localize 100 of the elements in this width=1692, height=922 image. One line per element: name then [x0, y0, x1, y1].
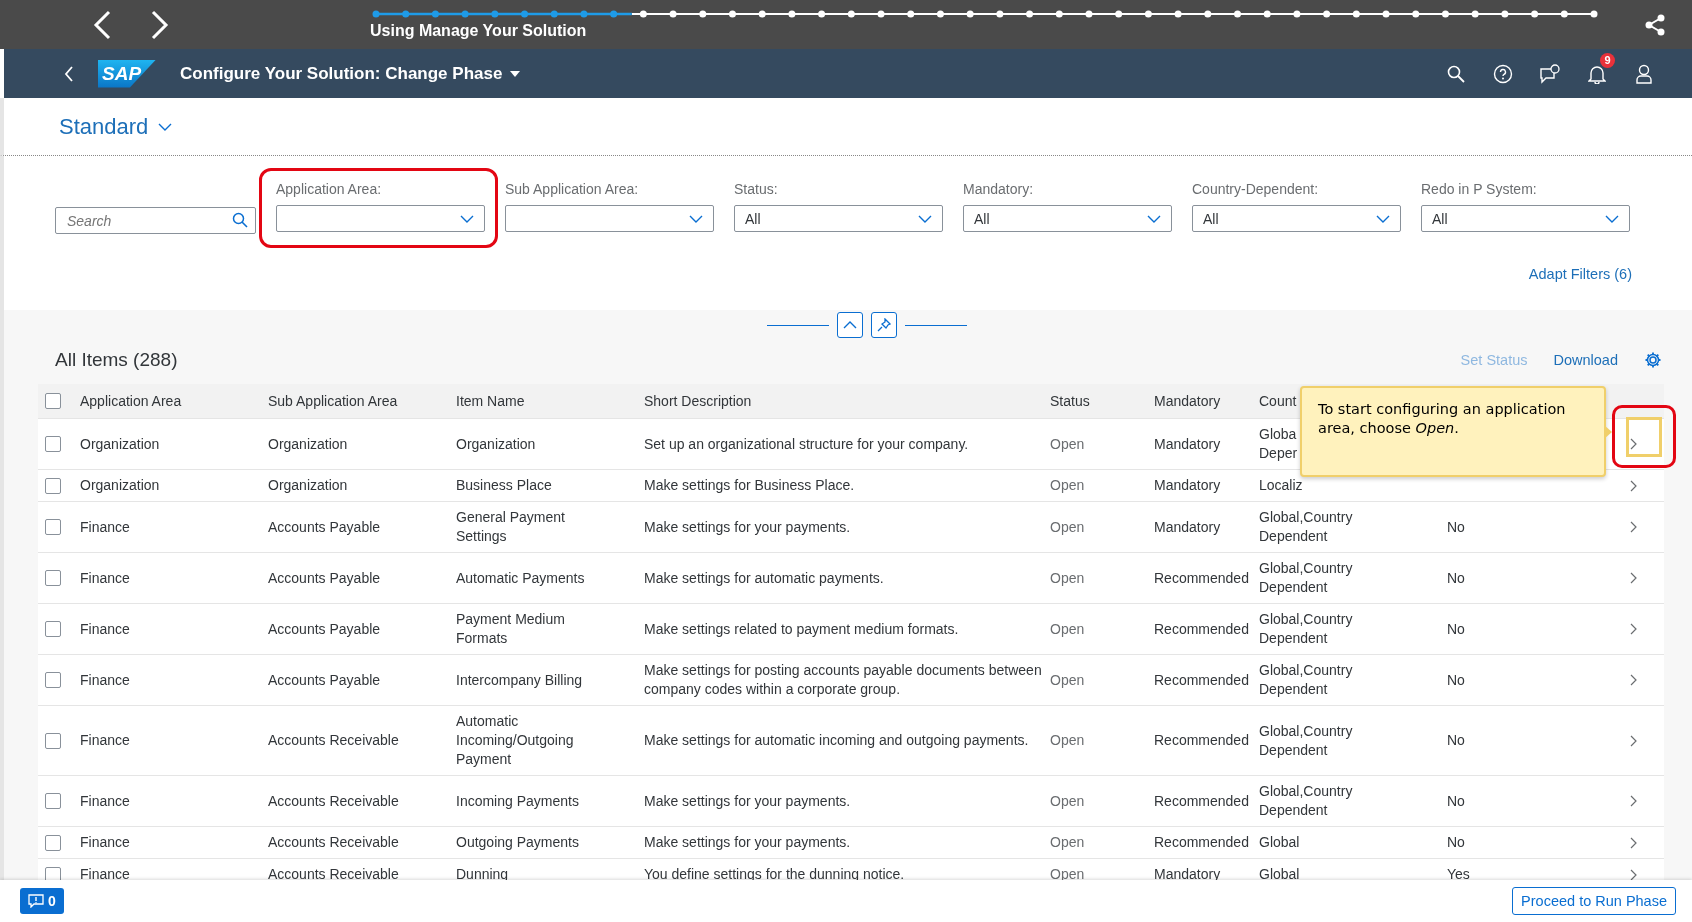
table-cell-text: Open: [1050, 568, 1086, 588]
table-cell-text: Organization: [268, 476, 349, 495]
filter-dropdown[interactable]: [276, 205, 485, 232]
table-cell-text: No: [1447, 731, 1466, 750]
row-checkbox[interactable]: [45, 793, 61, 809]
chevron-down-icon: [1376, 214, 1390, 223]
row-checkbox[interactable]: [45, 834, 61, 851]
caret-icon: [510, 70, 521, 77]
back-icon[interactable]: [64, 65, 74, 82]
table-cell-text: Recommended: [1154, 670, 1250, 690]
table-cell-text: Open: [1050, 476, 1086, 495]
message-icon: [28, 894, 44, 908]
table-cell-text: Globa Deper: [1259, 425, 1299, 463]
table-cell-text: Accounts Payable: [268, 619, 382, 639]
column-header[interactable]: Item Name: [456, 385, 533, 417]
table-cell-text: Global,Country Dependent: [1259, 782, 1354, 820]
filter-dropdown[interactable]: [505, 205, 714, 232]
table-cell-text: Open: [1050, 434, 1086, 454]
collapse-header-button[interactable]: [836, 312, 863, 338]
table-cell-text: Accounts Receivable: [268, 791, 400, 811]
adapt-filters-link[interactable]: Adapt Filters (6): [1528, 266, 1632, 282]
filter-dropdown[interactable]: All: [1192, 205, 1401, 232]
filter-label: Country-Dependent:: [1192, 181, 1320, 197]
table-cell-text: Organization: [80, 434, 161, 454]
table-cell-text: Mandatory: [1154, 517, 1222, 537]
filter-dropdown[interactable]: All: [734, 205, 943, 232]
table-cell-text: Open: [1050, 865, 1086, 884]
feedback-icon[interactable]: [1538, 61, 1562, 86]
settings-icon[interactable]: [1644, 351, 1662, 369]
proceed-button[interactable]: Proceed to Run Phase: [1512, 887, 1676, 915]
app-title-menu[interactable]: Configure Your Solution: Change Phase: [180, 63, 521, 84]
table-cell-text: Make settings for automatic incoming and outgoing payments.: [644, 731, 1030, 750]
table-cell-text: Open: [1050, 731, 1086, 750]
table-cell-text: No: [1447, 670, 1466, 690]
share-icon[interactable]: [1644, 13, 1666, 36]
table-cell-text: Finance: [80, 517, 131, 537]
table-cell-text: Recommended: [1154, 568, 1250, 588]
table-cell-text: Make settings for Business Place.: [644, 476, 856, 495]
forward-button[interactable]: [150, 9, 170, 40]
column-header[interactable]: Sub Application Area: [268, 385, 406, 417]
table-cell-text: Make settings for your payments.: [644, 791, 852, 811]
column-header[interactable]: Status: [1050, 385, 1098, 417]
table-cell-text: Recommended: [1154, 791, 1250, 811]
table-cell-text: Business Place: [456, 476, 553, 495]
table-cell-text: Intercompany Billing: [456, 670, 584, 690]
row-checkbox[interactable]: [45, 732, 61, 749]
table-cell-text: Organization: [268, 434, 349, 454]
pin-button[interactable]: [870, 312, 897, 338]
table-cell-text: Accounts Receivable: [268, 731, 400, 750]
table-cell-text: Automatic Incoming/Outgoing Payment: [456, 712, 575, 769]
table-cell-text: Finance: [80, 791, 131, 811]
back-button[interactable]: [92, 9, 112, 40]
table-cell-text: Global,Country Dependent: [1259, 610, 1354, 648]
search-field[interactable]: Search: [55, 207, 256, 234]
column-header[interactable]: Mandatory: [1154, 385, 1229, 417]
column-header[interactable]: Application Area: [80, 385, 190, 417]
table-cell-text: No: [1447, 619, 1466, 639]
table-cell-text: Accounts Payable: [268, 517, 382, 537]
table-cell-text: Recommended: [1154, 619, 1250, 639]
table-cell-text: Open: [1050, 833, 1086, 852]
tour-title: Using Manage Your Solution: [370, 22, 588, 40]
table-cell-text: Accounts Payable: [268, 670, 382, 690]
table-cell-text: Global: [1259, 833, 1301, 852]
filter-label: Mandatory:: [963, 181, 1035, 197]
variant-selector[interactable]: Standard: [59, 113, 173, 140]
row-checkbox[interactable]: [45, 570, 61, 586]
table-cell-text: No: [1447, 791, 1466, 811]
table-cell-text: Make settings for your payments.: [644, 517, 852, 537]
table-cell-text: Accounts Receivable: [268, 865, 400, 884]
filter-dropdown[interactable]: All: [1421, 205, 1630, 232]
filter-dropdown[interactable]: All: [963, 205, 1172, 232]
select-all-checkbox[interactable]: [45, 393, 61, 409]
row-checkbox[interactable]: [45, 672, 61, 688]
row-checkbox[interactable]: [45, 477, 61, 494]
filter-label: Sub Application Area:: [505, 181, 640, 197]
table-cell-text: Open: [1050, 670, 1086, 690]
target-frame: [1626, 416, 1662, 457]
toolbar-link[interactable]: Download: [1553, 352, 1618, 368]
table-cell-text: Dunning: [456, 865, 510, 884]
row-checkbox[interactable]: [45, 436, 61, 452]
table-cell-text: Automatic Payments: [456, 568, 586, 588]
table-cell-text: Global,Country Dependent: [1259, 508, 1354, 546]
table-cell-text: Incoming Payments: [456, 791, 580, 811]
table-cell-text: You define settings for the dunning notice.: [644, 865, 906, 884]
table-cell-text: Outgoing Payments: [456, 833, 580, 852]
messages-button[interactable]: 0: [20, 888, 64, 914]
tooltip: To start configuring an application area, choose Open.: [1300, 386, 1606, 477]
table-cell-text: Open: [1050, 517, 1086, 537]
table-cell-text: Global: [1259, 865, 1301, 884]
table-cell-text: Localiz: [1259, 476, 1304, 495]
table-cell-text: Finance: [80, 619, 131, 639]
row-checkbox[interactable]: [45, 519, 61, 535]
chevron-down-icon: [158, 122, 173, 131]
table-cell-text: Finance: [80, 865, 131, 884]
row-checkbox[interactable]: [45, 621, 61, 637]
table-cell-text: Finance: [80, 833, 131, 852]
search-icon[interactable]: [232, 212, 248, 228]
column-header[interactable]: Short Description: [644, 385, 760, 417]
table-cell-text: No: [1447, 517, 1466, 537]
notification-badge: 9: [1600, 52, 1615, 68]
